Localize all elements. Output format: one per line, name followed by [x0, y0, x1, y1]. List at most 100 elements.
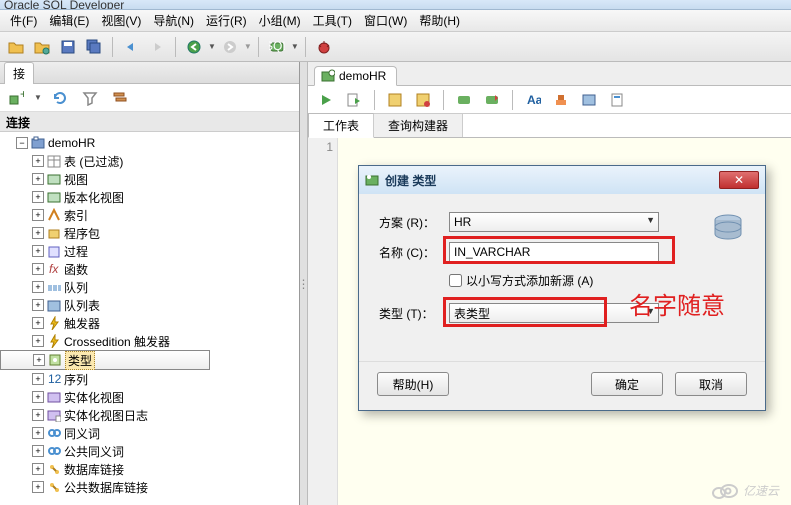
forward-icon[interactable] — [218, 35, 242, 59]
refresh-icon[interactable] — [48, 86, 72, 110]
tree-item-queue[interactable]: + 队列 — [0, 278, 299, 296]
worksheet-tab[interactable]: 工作表 — [308, 113, 374, 138]
connections-tree[interactable]: − demoHR +表 (已过滤)+视图+版本化视图+索引+程序包+过程+fx函… — [0, 132, 299, 505]
tree-item-package[interactable]: +程序包 — [0, 224, 299, 242]
report-icon[interactable] — [605, 88, 629, 112]
lowercase-checkbox[interactable] — [449, 274, 462, 287]
expand-icon[interactable]: + — [32, 373, 44, 385]
tree-item-index[interactable]: + 索引 — [0, 206, 299, 224]
settings-icon[interactable] — [577, 88, 601, 112]
run-icon[interactable] — [314, 88, 338, 112]
expand-icon[interactable]: + — [32, 299, 44, 311]
dropdown-arrow-icon[interactable]: ▼ — [208, 42, 216, 51]
tree-item-label: 函数 — [64, 261, 88, 278]
save-icon[interactable] — [56, 35, 80, 59]
query-builder-tab[interactable]: 查询构建器 — [374, 114, 463, 137]
dialog-titlebar[interactable]: 创建 类型 ✕ — [359, 166, 765, 194]
tree-item-mviewlog[interactable]: +实体化视图日志 — [0, 406, 299, 424]
menu-navigate[interactable]: 导航(N) — [147, 10, 200, 31]
clear-icon[interactable] — [549, 88, 573, 112]
redo-icon[interactable] — [145, 35, 169, 59]
save-all-icon[interactable] — [82, 35, 106, 59]
tree-item-dblink[interactable]: +公共数据库链接 — [0, 478, 299, 496]
open-folder-icon[interactable] — [4, 35, 28, 59]
format-icon[interactable]: Aa — [521, 88, 545, 112]
expand-icon[interactable]: + — [32, 463, 44, 475]
expand-icon[interactable]: + — [32, 427, 44, 439]
close-button[interactable]: ✕ — [719, 171, 759, 189]
main-toolbar: ▼ ▼ SQL ▼ — [0, 32, 791, 62]
sql-history-icon[interactable] — [452, 88, 476, 112]
tree-item-trigger[interactable]: +触发器 — [0, 314, 299, 332]
tree-item-dblink[interactable]: +数据库链接 — [0, 460, 299, 478]
tree-connection-node[interactable]: − demoHR — [0, 134, 299, 152]
editor-tab[interactable]: demoHR — [314, 66, 397, 86]
debug-icon[interactable] — [312, 35, 336, 59]
expand-icon[interactable]: + — [32, 445, 44, 457]
tree-item-seq[interactable]: +123序列 — [0, 370, 299, 388]
explain-icon[interactable] — [383, 88, 407, 112]
dropdown-arrow-icon[interactable]: ▼ — [291, 42, 299, 51]
name-input[interactable] — [449, 242, 659, 262]
package-icon — [46, 225, 62, 241]
collapse-icon[interactable]: − — [16, 137, 28, 149]
expand-icon[interactable]: + — [33, 354, 45, 366]
tree-item-queuetbl[interactable]: +队列表 — [0, 296, 299, 314]
undo-icon[interactable] — [119, 35, 143, 59]
expand-icon[interactable]: + — [32, 481, 44, 493]
expand-icon[interactable]: + — [32, 317, 44, 329]
view-icon — [46, 171, 62, 187]
menu-run[interactable]: 运行(R) — [200, 10, 253, 31]
menu-team[interactable]: 小组(M) — [253, 10, 307, 31]
tree-item-label: 索引 — [64, 207, 88, 224]
tree-item-syn[interactable]: + 同义词 — [0, 424, 299, 442]
menu-help[interactable]: 帮助(H) — [413, 10, 466, 31]
expand-icon[interactable]: + — [32, 209, 44, 221]
tree-item-func[interactable]: +fx函数 — [0, 260, 299, 278]
svg-text:Aa: Aa — [527, 93, 541, 107]
commit-icon[interactable] — [480, 88, 504, 112]
new-connection-icon[interactable]: + — [4, 86, 28, 110]
type-select[interactable] — [449, 303, 659, 323]
menu-file[interactable]: 件(F) — [4, 10, 43, 31]
splitter[interactable] — [300, 62, 308, 505]
run-script-icon[interactable] — [342, 88, 366, 112]
open-icon[interactable] — [30, 35, 54, 59]
expand-icon[interactable]: + — [32, 173, 44, 185]
separator — [305, 37, 306, 57]
filter-icon[interactable] — [78, 86, 102, 110]
dropdown-arrow-icon[interactable]: ▼ — [34, 93, 42, 102]
back-icon[interactable] — [182, 35, 206, 59]
autotrace-icon[interactable] — [411, 88, 435, 112]
tree-item-view[interactable]: +视图 — [0, 170, 299, 188]
menu-view[interactable]: 视图(V) — [95, 10, 147, 31]
expand-icon[interactable]: + — [32, 335, 44, 347]
tree-item-syn[interactable]: +公共同义词 — [0, 442, 299, 460]
menu-tools[interactable]: 工具(T) — [307, 10, 358, 31]
menu-edit[interactable]: 编辑(E) — [43, 10, 95, 31]
tree-item-label: 队列 — [64, 279, 88, 296]
ok-button[interactable]: 确定 — [591, 372, 663, 396]
menu-window[interactable]: 窗口(W) — [358, 10, 413, 31]
tree-item-trigger[interactable]: +Crossedition 触发器 — [0, 332, 299, 350]
tree-item-type[interactable]: +类型 — [0, 350, 210, 370]
connections-tab[interactable]: 接 — [4, 62, 34, 84]
help-button[interactable]: 帮助(H) — [377, 372, 449, 396]
expand-icon[interactable]: + — [32, 155, 44, 167]
expand-icon[interactable]: + — [32, 191, 44, 203]
tree-item-mview[interactable]: +实体化视图 — [0, 388, 299, 406]
expand-icon[interactable]: + — [32, 409, 44, 421]
expand-icon[interactable]: + — [32, 281, 44, 293]
collapse-icon[interactable] — [108, 86, 132, 110]
expand-icon[interactable]: + — [32, 263, 44, 275]
tree-item-label: 同义词 — [64, 425, 100, 442]
cancel-button[interactable]: 取消 — [675, 372, 747, 396]
schema-select[interactable] — [449, 212, 659, 232]
expand-icon[interactable]: + — [32, 391, 44, 403]
tree-item-table[interactable]: +表 (已过滤) — [0, 152, 299, 170]
expand-icon[interactable]: + — [32, 227, 44, 239]
expand-icon[interactable]: + — [32, 245, 44, 257]
sql-icon[interactable]: SQL — [265, 35, 289, 59]
tree-item-view[interactable]: +版本化视图 — [0, 188, 299, 206]
tree-item-proc[interactable]: +过程 — [0, 242, 299, 260]
